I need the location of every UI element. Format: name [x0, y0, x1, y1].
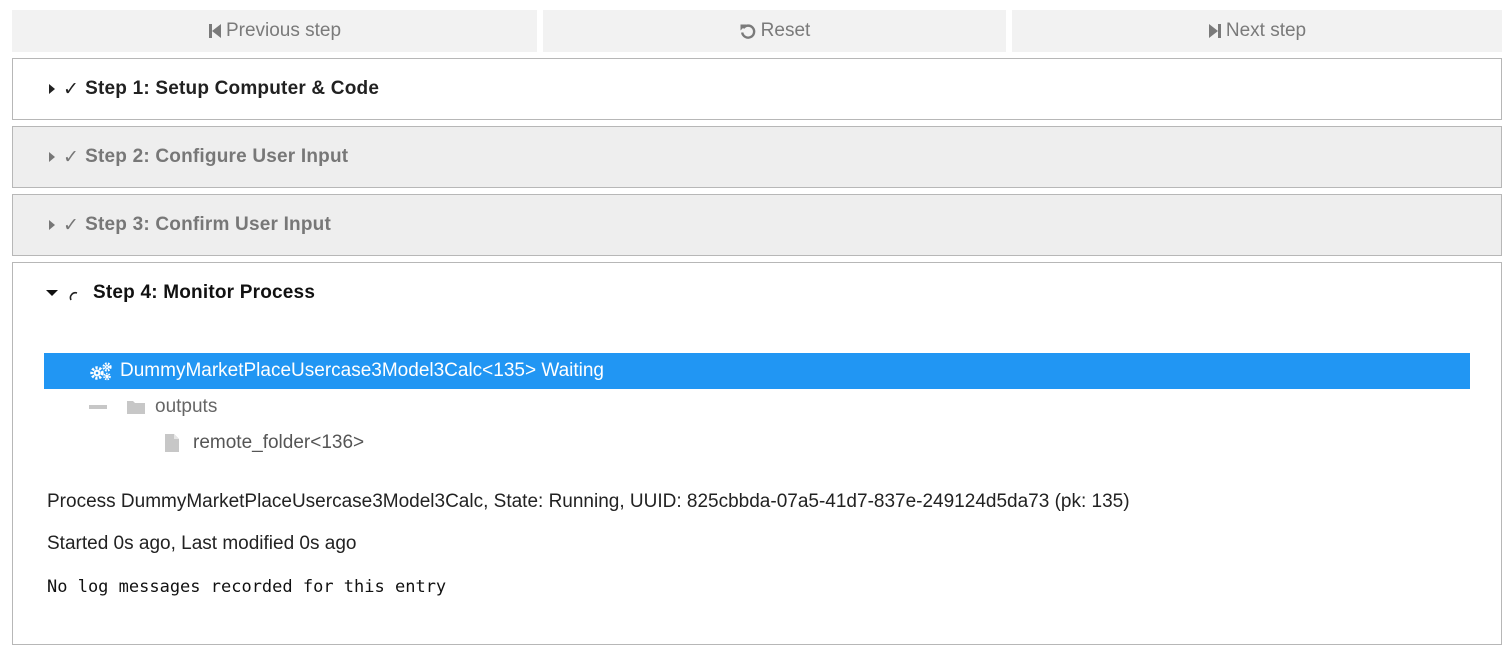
- step-1-header[interactable]: ✓ Step 1: Setup Computer & Code: [13, 59, 1501, 119]
- step-3-check: ✓: [63, 214, 80, 236]
- process-timing: Started 0s ago, Last modified 0s ago: [47, 533, 357, 554]
- remote-folder-label: remote_folder<136>: [193, 432, 365, 453]
- tree-node-process[interactable]: DummyMarketPlaceUsercase3Model3Calc<135>…: [44, 353, 1470, 389]
- step-2-header[interactable]: ✓ Step 2: Configure User Input: [13, 127, 1501, 187]
- next-step-button[interactable]: Next step: [1012, 10, 1502, 52]
- step-4-title: Step 4: Monitor Process: [93, 282, 316, 303]
- outputs-folder-label: outputs: [155, 396, 218, 417]
- tree-node-remote-folder[interactable]: remote_folder<136>: [44, 425, 1470, 461]
- caret-down-icon: [45, 286, 59, 300]
- step-2-check: ✓: [63, 146, 80, 168]
- process-log: No log messages recorded for this entry: [47, 577, 447, 597]
- step-1-panel: ✓ Step 1: Setup Computer & Code: [12, 58, 1502, 120]
- caret-right-icon: [45, 82, 59, 96]
- caret-right-icon: [45, 218, 59, 232]
- skip-forward-icon: [1208, 23, 1222, 39]
- step-1-title: Step 1: Setup Computer & Code: [85, 78, 380, 99]
- caret-right-icon: [45, 150, 59, 164]
- tree-node-outputs[interactable]: outputs: [44, 389, 1470, 425]
- reset-button[interactable]: Reset: [543, 10, 1006, 52]
- skip-back-icon: [208, 23, 222, 39]
- step-3-panel: ✓ Step 3: Confirm User Input: [12, 194, 1502, 256]
- step-2-panel: ✓ Step 2: Configure User Input: [12, 126, 1502, 188]
- step-1-check: ✓: [63, 78, 80, 100]
- step-navigation: Previous step Reset Next step: [12, 10, 1502, 52]
- step-4-header[interactable]: Step 4: Monitor Process: [13, 263, 1501, 323]
- reset-label: Reset: [760, 20, 811, 41]
- step-2-title: Step 2: Configure User Input: [85, 146, 349, 167]
- previous-step-button[interactable]: Previous step: [12, 10, 537, 52]
- spinner-icon: [69, 287, 81, 301]
- step-3-header[interactable]: ✓ Step 3: Confirm User Input: [13, 195, 1501, 255]
- undo-icon: [739, 22, 757, 40]
- step-3-title: Step 3: Confirm User Input: [85, 214, 332, 235]
- file-icon: [163, 433, 181, 453]
- step-4-panel: Step 4: Monitor Process DummyMarketPlace…: [12, 262, 1502, 645]
- process-tree: DummyMarketPlaceUsercase3Model3Calc<135>…: [44, 353, 1470, 461]
- collapse-minus-icon[interactable]: [89, 404, 107, 410]
- process-summary: Process DummyMarketPlaceUsercase3Model3C…: [47, 491, 1130, 512]
- process-node-label: DummyMarketPlaceUsercase3Model3Calc<135>…: [120, 360, 604, 381]
- gears-icon: [88, 361, 114, 381]
- next-step-label: Next step: [1225, 20, 1307, 41]
- previous-step-label: Previous step: [225, 20, 342, 41]
- folder-icon: [125, 399, 147, 415]
